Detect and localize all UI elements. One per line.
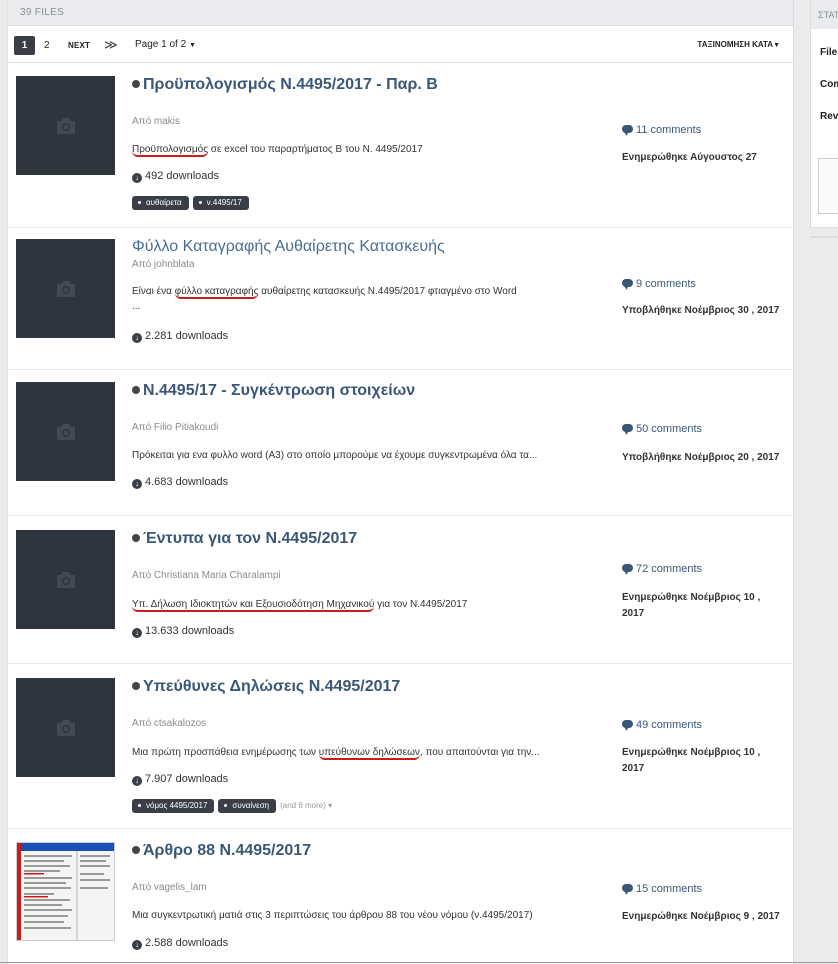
file-updated-date: Ενημερώθηκε Νοέμβριος 9 , 2017 (622, 911, 780, 922)
file-row: Υπεύθυνες Δηλώσεις Ν.4495/2017 Από ctsak… (8, 664, 795, 829)
sort-label: ΤΑΞΙΝΟΜΗΣΗ ΚΑΤΑ (697, 40, 774, 49)
camera-icon (56, 280, 75, 297)
download-icon: ↓ (132, 479, 142, 489)
file-author[interactable]: Από Christiana Maria Charalampi (132, 570, 281, 581)
comment-icon (622, 720, 633, 731)
file-thumbnail[interactable] (16, 530, 115, 629)
comment-icon (622, 125, 633, 136)
tag[interactable]: ν.4495/17 (192, 196, 249, 210)
page-jump-dropdown[interactable]: Page 1 of 2 ▼ (135, 39, 196, 50)
file-author[interactable]: Από vagelis_lam (132, 882, 207, 893)
camera-icon (56, 117, 75, 134)
divider (810, 236, 838, 238)
sort-by-dropdown[interactable]: ΤΑΞΙΝΟΜΗΣΗ ΚΑΤΑ▼ (697, 40, 780, 49)
file-title[interactable]: Υπεύθυνες Δηλώσεις Ν.4495/2017 (132, 678, 400, 696)
download-icon: ↓ (132, 173, 142, 183)
unread-dot-icon (132, 79, 140, 88)
document-preview-icon (17, 843, 114, 940)
caret-down-icon: ▼ (773, 42, 780, 49)
file-updated-date: Ενημερώθηκε Νοέμβριος 10 , 2017 (622, 747, 761, 774)
file-description: Προϋπολογισμός σε excel του παραρτήματος… (132, 144, 423, 157)
unread-dot-icon (132, 385, 140, 394)
page-2-link[interactable]: 2 (44, 40, 50, 51)
last-page-icon[interactable]: ≫ (104, 37, 118, 53)
file-row: Άρθρο 88 Ν.4495/2017 Από vagelis_lam Μια… (8, 829, 795, 964)
file-description: Είναι ένα φύλλο καταγραφής αυθαίρετης κα… (132, 286, 517, 312)
file-downloads: ↓ 7.907 downloads (132, 773, 228, 786)
stat-comments: Comments (820, 79, 838, 90)
comment-icon (622, 424, 633, 435)
file-thumbnail[interactable] (16, 76, 115, 175)
caret-down-icon: ▼ (188, 42, 196, 49)
camera-icon (56, 571, 75, 588)
file-updated-date: Υποβλήθηκε Νοέμβριος 30 , 2017 (622, 305, 780, 316)
page-1-button[interactable]: 1 (14, 36, 35, 55)
file-description: Υπ. Δήλωση Ιδιοκτητών και Εξουσιοδότηση … (132, 599, 468, 612)
file-author[interactable]: Από makis (132, 116, 180, 127)
stat-files: Files (820, 47, 838, 58)
file-thumbnail[interactable] (16, 239, 115, 338)
file-row: Έντυπα για τον Ν.4495/2017 Από Christian… (8, 516, 795, 664)
file-thumbnail[interactable] (16, 678, 115, 777)
next-page-link[interactable]: NEXT (68, 41, 90, 50)
file-row: Προϋπολογισμός Ν.4495/2017 - Παρ. Β Από … (8, 64, 795, 228)
unread-dot-icon (132, 845, 140, 854)
comment-icon (622, 279, 633, 290)
file-updated-date: Ενημερώθηκε Αύγουστος 27 (622, 152, 757, 163)
download-icon: ↓ (132, 940, 142, 950)
download-icon: ↓ (132, 333, 142, 343)
file-downloads: ↓ 4.683 downloads (132, 476, 228, 489)
download-icon: ↓ (132, 776, 142, 786)
files-count: 39 FILES (8, 0, 793, 26)
file-title[interactable]: Φύλλο Καταγραφής Αυθαίρετης Κατασκευής (132, 238, 445, 256)
more-tags-toggle[interactable]: (and 6 more) ▾ (280, 801, 332, 810)
download-icon: ↓ (132, 628, 142, 638)
tag[interactable]: νόμος 4495/2017 (132, 799, 215, 813)
file-thumbnail[interactable] (16, 842, 115, 941)
file-comments-link[interactable]: 11 comments (622, 124, 701, 136)
file-author[interactable]: Από johnblata (132, 259, 195, 270)
file-author[interactable]: Από ctsakalozos (132, 718, 206, 729)
file-tags: νόμος 4495/2017 συναίνεση (and 6 more) ▾ (132, 799, 332, 813)
divider (0, 962, 838, 963)
file-description: Πρόκειται για ενα φυλλο word (Α3) στο οπ… (132, 450, 538, 461)
file-title[interactable]: Προϋπολογισμός Ν.4495/2017 - Παρ. Β (132, 76, 438, 94)
sidebar-heading: ΣΤΑΤ (811, 0, 838, 29)
file-comments-link[interactable]: 50 comments (622, 423, 702, 435)
file-comments-link[interactable]: 9 comments (622, 278, 696, 290)
page-of-label: Page 1 of 2 (135, 39, 187, 50)
file-author[interactable]: Από Filio Pitiakoudi (132, 422, 218, 433)
stat-reviews: Reviews (820, 111, 838, 122)
file-title[interactable]: Έντυπα για τον Ν.4495/2017 (132, 530, 357, 548)
unread-dot-icon (132, 533, 140, 542)
camera-icon (56, 423, 75, 440)
file-comments-link[interactable]: 72 comments (622, 563, 702, 575)
stats-sidebar: ΣΤΑΤ Files Comments Reviews (810, 0, 838, 228)
sidebar-thumbnail[interactable] (818, 158, 838, 214)
tag[interactable]: συναίνεση (218, 799, 277, 813)
pagination-toolbar: 1 2 NEXT ≫ Page 1 of 2 ▼ ΤΑΞΙΝΟΜΗΣΗ ΚΑΤΑ… (8, 26, 793, 63)
file-downloads: ↓ 492 downloads (132, 170, 219, 183)
file-downloads: ↓ 2.588 downloads (132, 937, 228, 950)
file-updated-date: Ενημερώθηκε Νοέμβριος 10 , 2017 (622, 592, 761, 619)
comment-icon (622, 884, 633, 895)
tag[interactable]: αυθαίρετα (132, 196, 189, 210)
file-comments-link[interactable]: 15 comments (622, 883, 702, 895)
file-tags: αυθαίρετα ν.4495/17 (132, 196, 253, 210)
unread-dot-icon (132, 681, 140, 690)
file-thumbnail[interactable] (16, 382, 115, 481)
file-description: Μια πρώτη προσπάθεια ενημέρωσης των υπεύ… (132, 747, 540, 760)
file-updated-date: Υποβλήθηκε Νοέμβριος 20 , 2017 (622, 452, 780, 463)
file-downloads: ↓ 13.633 downloads (132, 625, 234, 638)
file-title[interactable]: Άρθρο 88 Ν.4495/2017 (132, 842, 311, 860)
comment-icon (622, 564, 633, 575)
file-description: Μια συγκεντρωτική ματιά στις 3 περιπτώσε… (132, 910, 533, 921)
camera-icon (56, 719, 75, 736)
file-downloads: ↓ 2.281 downloads (132, 330, 228, 343)
file-row: Ν.4495/17 - Συγκέντρωση στοιχείων Από Fi… (8, 370, 795, 516)
file-title[interactable]: Ν.4495/17 - Συγκέντρωση στοιχείων (132, 382, 415, 400)
file-comments-link[interactable]: 49 comments (622, 719, 702, 731)
files-list: 39 FILES 1 2 NEXT ≫ Page 1 of 2 ▼ ΤΑΞΙΝΟ… (7, 0, 795, 964)
file-row: Φύλλο Καταγραφής Αυθαίρετης Κατασκευής Α… (8, 228, 795, 370)
